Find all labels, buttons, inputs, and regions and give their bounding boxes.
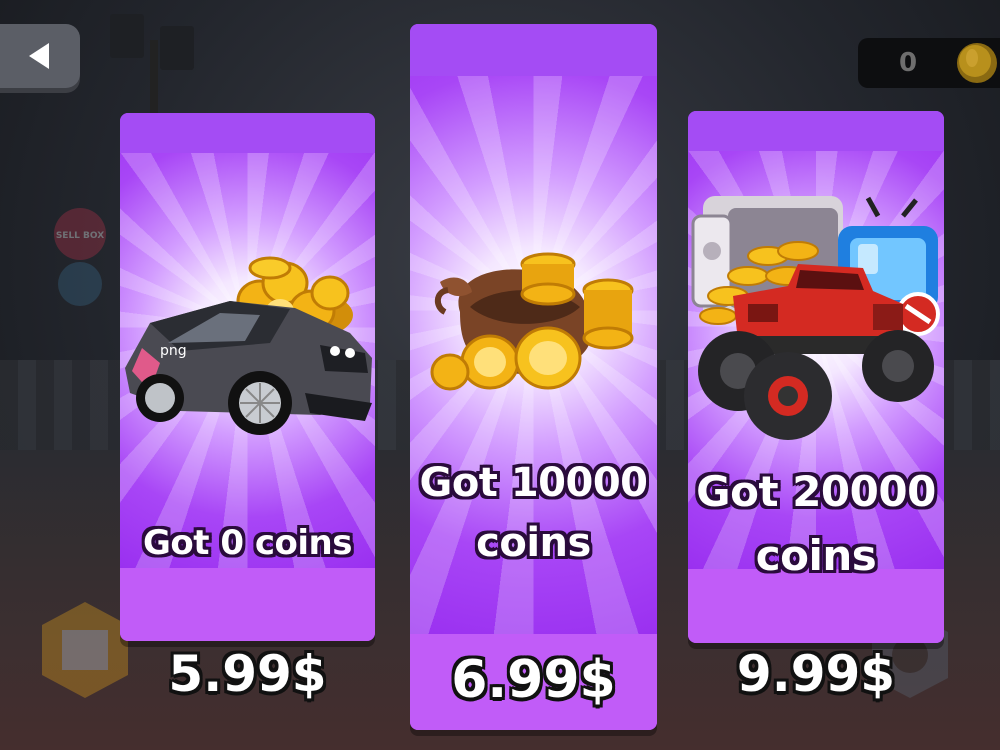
offer-card-1[interactable]: Got 0 coins png xyxy=(120,113,375,641)
offer-label-line1: Got 20000 xyxy=(696,467,936,516)
offer-label-line1: Got 10000 xyxy=(419,460,648,506)
rally-car-illustration: png xyxy=(125,256,372,435)
offer-card-2[interactable]: Got 10000 coins xyxy=(410,24,657,730)
offer-label: Got 0 coins xyxy=(143,523,352,563)
coin-sack-illustration xyxy=(430,252,634,391)
stadium-light xyxy=(160,26,194,70)
back-button[interactable] xyxy=(0,24,80,88)
svg-text:SELL BOX: SELL BOX xyxy=(56,231,104,241)
monster-truck-bundle-illustration xyxy=(691,196,940,440)
offer-price-3[interactable]: 9.99$ xyxy=(688,645,944,703)
offer-card-3[interactable]: Got 20000 coins xyxy=(688,111,944,643)
car-decal: png xyxy=(160,343,187,359)
coin-balance: 0 xyxy=(858,38,1000,88)
offer-price-1[interactable]: 5.99$ xyxy=(120,645,375,703)
offer-price-2[interactable]: 6.99$ xyxy=(410,650,657,710)
offer-label-line2: coins xyxy=(755,531,877,580)
coin-icon xyxy=(957,43,997,83)
offer-label-line2: coins xyxy=(476,520,591,566)
stadium-light xyxy=(110,14,144,58)
shop-icon xyxy=(42,602,128,698)
back-arrow-icon xyxy=(29,43,49,69)
sell-box-icon: SELL BOX xyxy=(54,208,106,306)
coin-count: 0 xyxy=(898,48,918,78)
